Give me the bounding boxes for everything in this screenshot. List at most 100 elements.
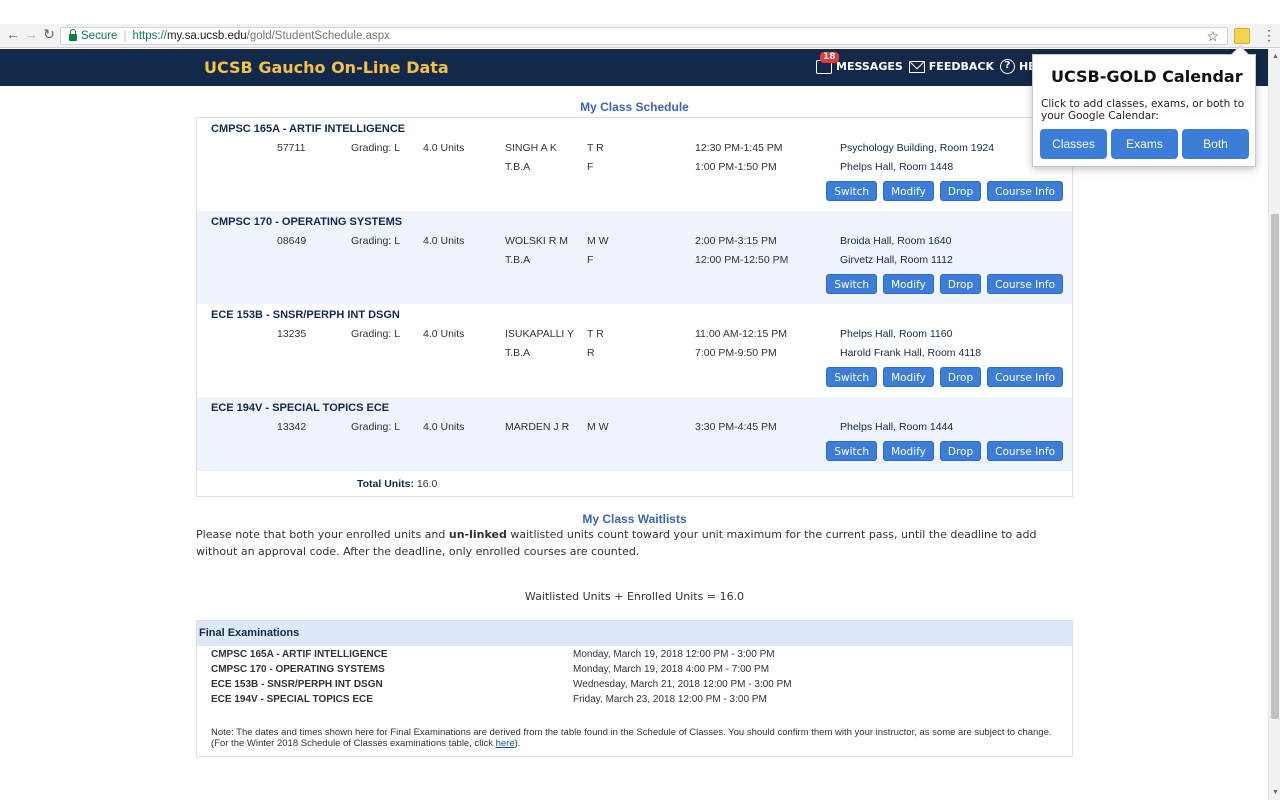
final-exams-title: Final Examinations xyxy=(199,627,300,639)
location-link[interactable]: Girvetz Hall, Room 1112 xyxy=(840,254,953,266)
location-link[interactable]: Phelps Hall, Room 1444 xyxy=(840,421,953,433)
course-block: ECE 194V - SPECIAL TOPICS ECE 13342 Grad… xyxy=(197,397,1072,471)
calendar-extension-icon[interactable] xyxy=(1234,28,1250,44)
scroll-thumb[interactable] xyxy=(1271,214,1279,719)
course-info-button[interactable]: Course Info xyxy=(987,367,1063,387)
popup-description: Click to add classes, exams, or both to … xyxy=(1041,98,1245,122)
add-classes-button[interactable]: Classes xyxy=(1040,129,1107,159)
forward-arrow-icon[interactable]: → xyxy=(22,26,40,42)
drop-button[interactable]: Drop xyxy=(939,441,982,461)
scroll-up-icon[interactable]: ▲ xyxy=(1272,53,1279,60)
days: R xyxy=(587,347,595,359)
course-block: ECE 153B - SNSR/PERPH INT DSGN 13235 Gra… xyxy=(197,304,1072,397)
drop-button[interactable]: Drop xyxy=(939,181,982,201)
time: 3:30 PM-4:45 PM xyxy=(695,421,777,433)
url-scheme: https:// xyxy=(132,30,167,42)
course-info-button[interactable]: Course Info xyxy=(987,274,1063,294)
browser-toolbar: ← → ↻ Secure | https://my.sa.ucsb.edu/go… xyxy=(0,24,1280,48)
waitlist-note: Please note that both your enrolled unit… xyxy=(196,526,1076,560)
course-code: 57711 xyxy=(277,142,306,154)
address-bar[interactable]: Secure | https://my.sa.ucsb.edu/gold/Stu… xyxy=(60,27,1228,45)
switch-button[interactable]: Switch xyxy=(826,441,878,461)
switch-button[interactable]: Switch xyxy=(826,274,878,294)
course-units: 4.0 Units xyxy=(423,328,465,340)
bookmark-star-icon[interactable]: ☆ xyxy=(1206,28,1219,45)
exam-note-post: ). xyxy=(514,738,521,749)
page-scrollbar[interactable]: ▲ ▼ xyxy=(1268,49,1280,800)
course-block: CMPSC 165A - ARTIF INTELLIGENCE 57711 Gr… xyxy=(197,118,1072,211)
lock-icon xyxy=(69,29,77,41)
location-link[interactable]: Psychology Building, Room 1924 xyxy=(840,142,994,154)
course-grading: Grading: L xyxy=(351,421,401,433)
time: 1:00 PM-1:50 PM xyxy=(695,161,777,173)
location-link[interactable]: Phelps Hall, Room 1160 xyxy=(840,328,952,340)
reload-icon[interactable]: ↻ xyxy=(40,26,58,43)
feedback-link[interactable]: FEEDBACK xyxy=(908,60,994,73)
course-title: ECE 153B - SNSR/PERPH INT DSGN xyxy=(211,309,400,321)
modify-button[interactable]: Modify xyxy=(883,367,934,387)
back-arrow-icon[interactable]: ← xyxy=(4,26,22,42)
feedback-label: FEEDBACK xyxy=(928,60,994,73)
course-info-button[interactable]: Course Info xyxy=(987,441,1063,461)
course-title: CMPSC 165A - ARTIF INTELLIGENCE xyxy=(211,123,406,135)
schedule-title: My Class Schedule xyxy=(580,100,689,114)
instructor: WOLSKI R M xyxy=(505,235,569,247)
waitlist-note-pre: Please note that both your enrolled unit… xyxy=(196,528,449,541)
days: M W xyxy=(587,421,609,433)
exam-note-pre: Note: The dates and times shown here for… xyxy=(211,727,1052,749)
instructor: ISUKAPALLI Y xyxy=(505,328,575,340)
messages-badge: 18 xyxy=(820,51,839,63)
exam-course: CMPSC 165A - ARTIF INTELLIGENCE xyxy=(211,649,388,660)
modify-button[interactable]: Modify xyxy=(883,274,934,294)
browser-menu-icon[interactable]: ⋮ xyxy=(1262,27,1276,44)
time: 12:00 PM-12:50 PM xyxy=(695,254,789,266)
course-code: 08649 xyxy=(277,235,307,247)
exam-note: Note: The dates and times shown here for… xyxy=(211,727,1061,749)
calendar-popup: UCSB-GOLD Calendar Click to add classes,… xyxy=(1032,54,1256,167)
url-path: /gold/StudentSchedule.aspx xyxy=(246,30,390,42)
url-separator: | xyxy=(123,30,127,42)
time: 12:30 PM-1:45 PM xyxy=(695,142,783,154)
site-title[interactable]: UCSB Gaucho On-Line Data xyxy=(204,58,449,77)
add-both-button[interactable]: Both xyxy=(1182,129,1249,159)
url-host: my.sa.ucsb.edu xyxy=(166,30,247,42)
exam-table-link[interactable]: here xyxy=(496,738,515,749)
drop-button[interactable]: Drop xyxy=(939,274,982,294)
waitlist-units-line: Waitlisted Units + Enrolled Units = 16.0 xyxy=(524,590,745,603)
course-units: 4.0 Units xyxy=(423,142,465,154)
exam-time: Monday, March 19, 2018 4:00 PM - 7:00 PM xyxy=(573,664,770,675)
modify-button[interactable]: Modify xyxy=(883,441,934,461)
help-icon: ? xyxy=(999,59,1015,74)
location-link[interactable]: Harold Frank Hall, Room 4118 xyxy=(840,347,981,359)
course-units: 4.0 Units xyxy=(423,235,465,247)
days: T R xyxy=(587,328,604,340)
messages-link[interactable]: 18 MESSAGES xyxy=(816,51,903,74)
exam-course: CMPSC 170 - OPERATING SYSTEMS xyxy=(211,664,385,675)
instructor: SINGH A K xyxy=(505,142,557,154)
instructor: T.B.A xyxy=(505,161,531,173)
course-code: 13342 xyxy=(277,421,307,433)
scroll-down-icon[interactable]: ▼ xyxy=(1272,789,1279,796)
location-link[interactable]: Broida Hall, Room 1640 xyxy=(840,235,951,247)
time: 11:00 AM-12:15 PM xyxy=(695,328,788,340)
course-grading: Grading: L xyxy=(351,142,401,154)
course-info-button[interactable]: Course Info xyxy=(987,181,1063,201)
location-link[interactable]: Phelps Hall, Room 1448 xyxy=(840,161,953,173)
instructor: T.B.A xyxy=(505,347,531,359)
time: 2:00 PM-3:15 PM xyxy=(695,235,777,247)
time: 7:00 PM-9:50 PM xyxy=(695,347,777,359)
modify-button[interactable]: Modify xyxy=(883,181,934,201)
exam-course: ECE 194V - SPECIAL TOPICS ECE xyxy=(211,694,373,705)
waitlist-note-bold: un-linked xyxy=(448,528,507,541)
final-exams-panel: Final Examinations CMPSC 165A - ARTIF IN… xyxy=(196,620,1073,757)
exam-time: Monday, March 19, 2018 12:00 PM - 3:00 P… xyxy=(573,649,775,660)
switch-button[interactable]: Switch xyxy=(826,181,878,201)
course-title: ECE 194V - SPECIAL TOPICS ECE xyxy=(211,402,390,414)
switch-button[interactable]: Switch xyxy=(826,367,878,387)
mail-icon xyxy=(908,60,925,73)
add-exams-button[interactable]: Exams xyxy=(1111,129,1178,159)
waitlist-title: My Class Waitlists xyxy=(582,512,687,526)
secure-label: Secure xyxy=(81,30,118,42)
exam-time: Friday, March 23, 2018 12:00 PM - 3:00 P… xyxy=(573,694,767,705)
drop-button[interactable]: Drop xyxy=(939,367,982,387)
